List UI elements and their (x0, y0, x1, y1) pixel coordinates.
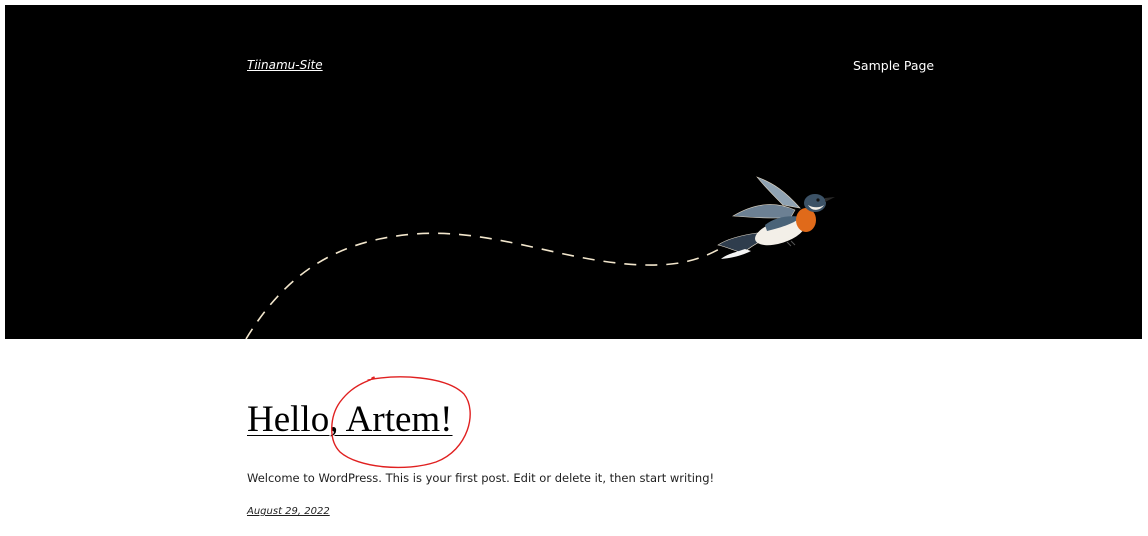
site-title-link[interactable]: Tiinamu-Site (247, 58, 323, 72)
nav-link-sample-page[interactable]: Sample Page (853, 58, 934, 73)
flight-path (245, 232, 724, 339)
post-title-link[interactable]: Hello, Artem! (247, 398, 453, 442)
post-date-link[interactable]: August 29, 2022 (247, 506, 330, 517)
site-header: Tiinamu-Site Sample Page (5, 5, 1142, 339)
post-excerpt: Welcome to WordPress. This is your first… (247, 471, 715, 485)
page: Tiinamu-Site Sample Page Hello, Artem! W… (0, 0, 1148, 536)
bird-icon (717, 176, 835, 259)
header-illustration (245, 176, 835, 339)
